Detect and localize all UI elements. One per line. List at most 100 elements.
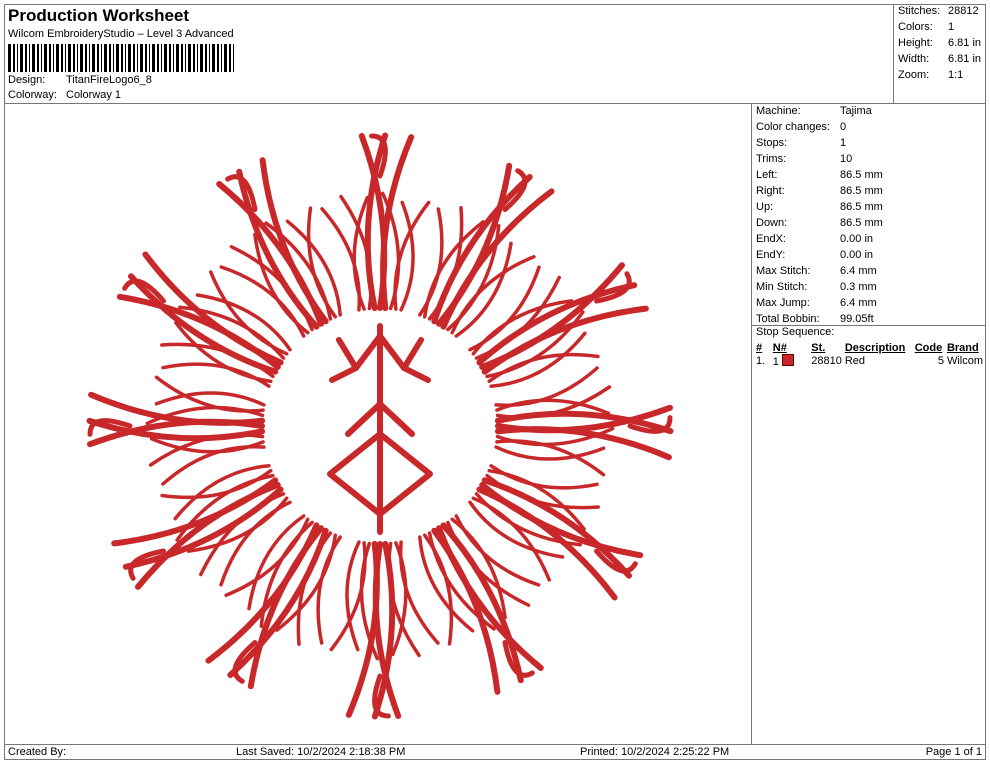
zoom-row: Zoom: 1:1	[898, 69, 963, 81]
right-value: 86.5 mm	[840, 185, 883, 197]
needle-number: 1	[772, 356, 779, 368]
table-header-row: # N# St. Description Code Brand	[756, 342, 986, 354]
left-label: Left:	[756, 169, 778, 181]
worksheet-title: Production Worksheet	[8, 6, 190, 25]
last-saved: Last Saved: 10/2/2024 2:18:38 PM	[236, 746, 406, 758]
flame-strand	[494, 445, 606, 461]
right-row: Right: 86.5 mm	[756, 185, 883, 197]
col-description-header: Description	[844, 342, 906, 354]
colorway-label: Colorway:	[8, 89, 57, 101]
color-changes-label: Color changes:	[756, 121, 830, 133]
colors-row: Colors: 1	[898, 21, 954, 33]
stats-panel: Stitches: 28812 Colors: 1 Height: 6.81 in W…	[894, 4, 986, 104]
stops-label: Stops:	[756, 137, 788, 149]
left-row: Left: 86.5 mm	[756, 169, 883, 181]
down-row: Down: 86.5 mm	[756, 217, 883, 229]
up-row: Up: 86.5 mm	[756, 201, 883, 213]
row-description: Red	[844, 355, 866, 367]
color-changes-value: 0	[840, 121, 847, 133]
endx-row: EndX: 0.00 in	[756, 233, 873, 245]
stitches-value: 28812	[948, 5, 979, 17]
row-brand: Wilcom	[946, 355, 983, 367]
worksheet-footer: Created By: Last Saved: 10/2/2024 2:18:3…	[4, 744, 986, 760]
flame-strand	[468, 265, 541, 352]
worksheet-header: Production Worksheet Wilcom EmbroiderySt…	[4, 4, 894, 104]
stops-value: 1	[840, 137, 847, 149]
height-label: Height:	[898, 37, 933, 49]
total-bobbin-label: Total Bobbin:	[756, 313, 820, 325]
zoom-value: 1:1	[948, 69, 964, 81]
endy-value: 0.00 in	[840, 249, 874, 261]
stop-sequence-title: Stop Sequence:	[756, 326, 835, 338]
page-number: Page 1 of 1	[925, 746, 982, 758]
design-preview	[4, 104, 752, 744]
up-label: Up:	[756, 201, 774, 213]
table-row: 1. 1 28810 Red 5 Wilcom	[756, 354, 986, 368]
design-row: Design: TitanFireLogo6_8	[8, 74, 152, 86]
max-stitch-label: Max Stitch:	[756, 265, 811, 277]
stitches-label: Stitches:	[898, 5, 941, 17]
created-by: Created By:	[8, 746, 67, 758]
left-value: 86.5 mm	[840, 169, 883, 181]
flame-strand	[161, 362, 271, 388]
row-needle: 1	[773, 354, 812, 368]
down-value: 86.5 mm	[840, 217, 883, 229]
trims-label: Trims:	[756, 153, 787, 165]
min-stitch-row: Min Stitch: 0.3 mm	[756, 281, 877, 293]
machine-value: Tajima	[840, 105, 872, 117]
max-jump-value: 6.4 mm	[840, 297, 877, 309]
flame-strand	[154, 391, 266, 407]
flame-strand	[418, 207, 444, 317]
colorway-row: Colorway: Colorway 1	[8, 89, 121, 101]
stops-row: Stops: 1	[756, 137, 846, 149]
max-stitch-value: 6.4 mm	[840, 265, 877, 277]
max-jump-row: Max Jump: 6.4 mm	[756, 297, 877, 309]
total-bobbin-value: 99.05ft	[840, 313, 874, 325]
endx-label: EndX:	[756, 233, 786, 245]
row-code: 5	[937, 355, 944, 367]
colorway-value: Colorway 1	[66, 89, 122, 101]
design-value: TitanFireLogo6_8	[66, 74, 152, 86]
machine-label: Machine:	[756, 105, 801, 117]
min-stitch-value: 0.3 mm	[840, 281, 877, 293]
flame-strand	[399, 200, 415, 312]
stitches-row: Stitches: 28812	[898, 5, 979, 17]
width-row: Width: 6.81 in	[898, 53, 981, 65]
col-index-header: #	[756, 342, 763, 354]
flame-strand	[316, 535, 342, 645]
down-label: Down:	[756, 217, 788, 229]
width-label: Width:	[898, 53, 930, 65]
up-value: 86.5 mm	[840, 201, 883, 213]
col-code-header: Code	[914, 342, 943, 354]
endx-value: 0.00 in	[840, 233, 874, 245]
machine-row: Machine: Tajima	[756, 105, 872, 117]
design-label: Design:	[8, 74, 46, 86]
row-stitches: 28810	[811, 355, 842, 367]
thread-color-swatch	[781, 354, 794, 366]
col-brand-header: Brand	[946, 342, 979, 354]
machine-info-panel: Machine: Tajima Color changes: 0 Stops: 1 T…	[752, 104, 986, 744]
col-stitches-header: St.	[811, 342, 826, 354]
printed-date: Printed: 10/2/2024 2:25:22 PM	[580, 746, 730, 758]
software-name: Wilcom EmbroideryStudio – Level 3 Advanc…	[8, 28, 234, 40]
zoom-label: Zoom:	[898, 69, 930, 81]
endy-label: EndY:	[756, 249, 786, 261]
color-changes-row: Color changes: 0	[756, 121, 846, 133]
flame-strand	[454, 514, 541, 587]
min-stitch-label: Min Stitch:	[756, 281, 808, 293]
flame-strand	[489, 464, 599, 490]
col-needle-header: N#	[772, 342, 787, 354]
height-value: 6.81 in	[948, 37, 982, 49]
height-row: Height: 6.81 in	[898, 37, 981, 49]
max-stitch-row: Max Stitch: 6.4 mm	[756, 265, 877, 277]
endy-row: EndY: 0.00 in	[756, 249, 873, 261]
colors-label: Colors:	[898, 21, 933, 33]
trims-row: Trims: 10	[756, 153, 852, 165]
trims-value: 10	[840, 153, 853, 165]
embroidery-design-image	[86, 132, 674, 720]
flame-strand	[345, 540, 361, 652]
stop-sequence-table: # N# St. Description Code Brand 1. 1 288…	[756, 342, 986, 368]
total-bobbin-row: Total Bobbin: 99.05ft	[756, 313, 874, 325]
flame-strand	[219, 500, 292, 587]
flame-strand	[219, 265, 306, 338]
